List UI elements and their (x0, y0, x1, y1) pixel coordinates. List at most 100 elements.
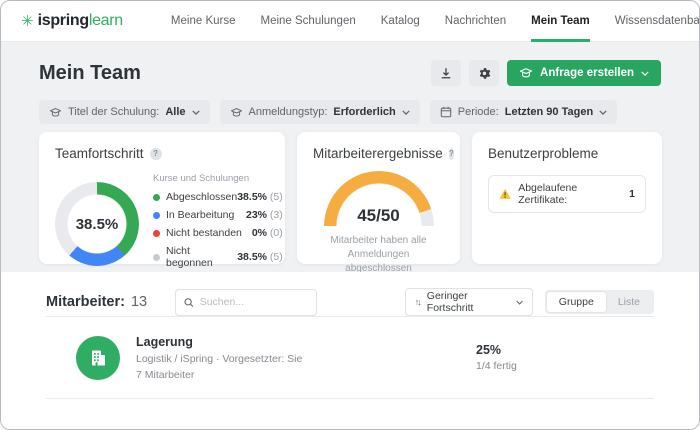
group-subtitle: Logistik / iSpring · Vorgesetzter: Sie (136, 353, 302, 365)
user-issues-title: Benutzerprobleme (488, 146, 598, 161)
page-title: Mein Team (39, 62, 141, 85)
search-box (175, 289, 317, 316)
sort-arrows-icon: ↑↓ (415, 297, 420, 307)
team-progress-card: Teamfortschritt ? 38.5% Kurse und Schulu… (39, 132, 285, 264)
building-icon (88, 348, 108, 368)
legend-pct: 38.5% (237, 191, 267, 203)
search-icon (184, 297, 194, 308)
filter-value: Erforderlich (333, 106, 395, 118)
legend-title: Kurse und Schulungen (153, 173, 283, 184)
legend-pct: 38.5% (237, 251, 267, 263)
dashboard-section: Mein Team Anfrage erstellen Titel der (1, 42, 699, 264)
sort-value: Geringer Fortschritt (427, 290, 509, 314)
view-toggle-list[interactable]: Liste (606, 292, 652, 312)
employee-results-title: Mitarbeiterergebnisse (313, 146, 443, 161)
gear-icon (478, 67, 491, 80)
calendar-icon (440, 106, 452, 118)
legend-count: (5) (270, 251, 283, 263)
chevron-down-icon (516, 300, 523, 305)
view-toggle: Gruppe Liste (545, 290, 654, 314)
filter-label: Titel der Schulung: (68, 106, 159, 118)
donut-legend: Kurse und Schulungen Abgeschlossen 38.5%… (153, 173, 283, 275)
nav-item-wissensdatenbank[interactable]: Wissensdatenbank (615, 1, 700, 42)
legend-item-not-started: Nicht begonnen 38.5% (5) (153, 245, 283, 269)
expired-certificates-chip[interactable]: Abgelaufene Zertifikate: 1 (488, 175, 646, 213)
filter-value: Letzten 90 Tagen (505, 106, 593, 118)
legend-count: (5) (270, 191, 283, 203)
legend-label: Nicht bestanden (166, 227, 242, 239)
legend-count: (0) (270, 227, 283, 239)
warning-icon (499, 188, 511, 200)
filter-period[interactable]: Periode: Letzten 90 Tagen (430, 100, 617, 124)
legend-label: Abgeschlossen (166, 191, 237, 203)
group-name: Lagerung (136, 335, 302, 349)
employees-section: Mitarbeiter: 13 ↑↓ Geringer Fortschritt … (1, 272, 699, 429)
graduation-cap-icon (230, 107, 243, 118)
filter-enrollment-type[interactable]: Anmeldungstyp: Erforderlich (220, 100, 420, 124)
gauge-value: 45/50 (324, 206, 434, 226)
nav-item-mein-team[interactable]: Mein Team (531, 1, 590, 42)
employees-header: Mitarbeiter: 13 ↑↓ Geringer Fortschritt … (46, 272, 654, 316)
group-avatar (76, 336, 120, 380)
download-icon (440, 67, 452, 79)
employee-results-card: Mitarbeiterergebnisse ? 45/50 Mitarbeite… (297, 132, 460, 264)
filter-bar: Titel der Schulung: Alle Anmeldungstyp: … (39, 100, 661, 124)
view-toggle-group[interactable]: Gruppe (547, 292, 606, 312)
group-row-lagerung[interactable]: Lagerung Logistik / iSpring · Vorgesetzt… (46, 317, 654, 398)
ispring-learn-logo[interactable]: ✳ ispringlearn (21, 12, 123, 30)
nav-item-katalog[interactable]: Katalog (381, 1, 420, 42)
nav-menu: Meine Kurse Meine Schulungen Katalog Nac… (171, 1, 700, 42)
top-navigation: ✳ ispringlearn Meine Kurse Meine Schulun… (1, 1, 699, 42)
gauge-caption: Mitarbeiter haben alle Anmeldungen abges… (313, 234, 444, 276)
employee-results-gauge-chart: 45/50 (324, 171, 434, 226)
chevron-down-icon (402, 110, 410, 115)
legend-label: In Bearbeitung (166, 209, 234, 221)
nav-item-nachrichten[interactable]: Nachrichten (445, 1, 506, 42)
nav-item-meine-schulungen[interactable]: Meine Schulungen (260, 1, 355, 42)
sort-dropdown[interactable]: ↑↓ Geringer Fortschritt (405, 288, 533, 316)
legend-label: Nicht begonnen (166, 245, 237, 269)
filter-value: Alle (165, 106, 185, 118)
legend-item-in-progress: In Bearbeitung 23% (3) (153, 209, 283, 221)
create-request-button[interactable]: Anfrage erstellen (507, 60, 661, 86)
issue-label: Abgelaufene Zertifikate: (518, 182, 622, 206)
divider (46, 398, 654, 399)
graduation-cap-icon (49, 107, 62, 118)
legend-dot (153, 194, 160, 201)
legend-count: (3) (270, 209, 283, 221)
filter-label: Periode: (458, 106, 499, 118)
graduation-request-icon (519, 67, 533, 79)
employees-title: Mitarbeiter: (46, 294, 125, 310)
chevron-down-icon (641, 71, 649, 76)
logo-text-learn: learn (89, 12, 123, 29)
dashboard-cards: Teamfortschritt ? 38.5% Kurse und Schulu… (39, 132, 661, 264)
team-progress-donut-chart: 38.5% (55, 182, 139, 266)
nav-item-meine-kurse[interactable]: Meine Kurse (171, 1, 236, 42)
team-progress-title: Teamfortschritt (55, 146, 144, 161)
help-icon[interactable]: ? (449, 148, 454, 160)
group-progress: 25% 1/4 fertig (476, 343, 536, 372)
legend-dot (153, 254, 160, 261)
search-input[interactable] (200, 296, 308, 308)
issue-count: 1 (629, 188, 635, 200)
group-members-count: 7 Mitarbeiter (136, 369, 302, 381)
group-progress-percent: 25% (476, 343, 536, 357)
settings-button[interactable] (469, 60, 499, 86)
legend-pct: 23% (246, 209, 267, 221)
legend-dot (153, 212, 160, 219)
ispring-logo-icon: ✳ (21, 14, 34, 29)
employees-count: 13 (131, 294, 147, 310)
logo-text-ispring: ispring (38, 12, 89, 29)
user-issues-card: Benutzerprobleme Abgelaufene Zertifikate… (472, 132, 662, 264)
filter-training-title[interactable]: Titel der Schulung: Alle (39, 100, 210, 124)
legend-dot (153, 230, 160, 237)
chevron-down-icon (192, 110, 200, 115)
group-progress-done: 1/4 fertig (476, 360, 536, 372)
donut-center-value: 38.5% (55, 182, 139, 266)
help-icon[interactable]: ? (150, 148, 162, 160)
download-report-button[interactable] (431, 60, 461, 86)
app-window: ✳ ispringlearn Meine Kurse Meine Schulun… (0, 0, 700, 430)
create-request-label: Anfrage erstellen (540, 67, 634, 79)
chevron-down-icon (599, 110, 607, 115)
legend-item-completed: Abgeschlossen 38.5% (5) (153, 191, 283, 203)
